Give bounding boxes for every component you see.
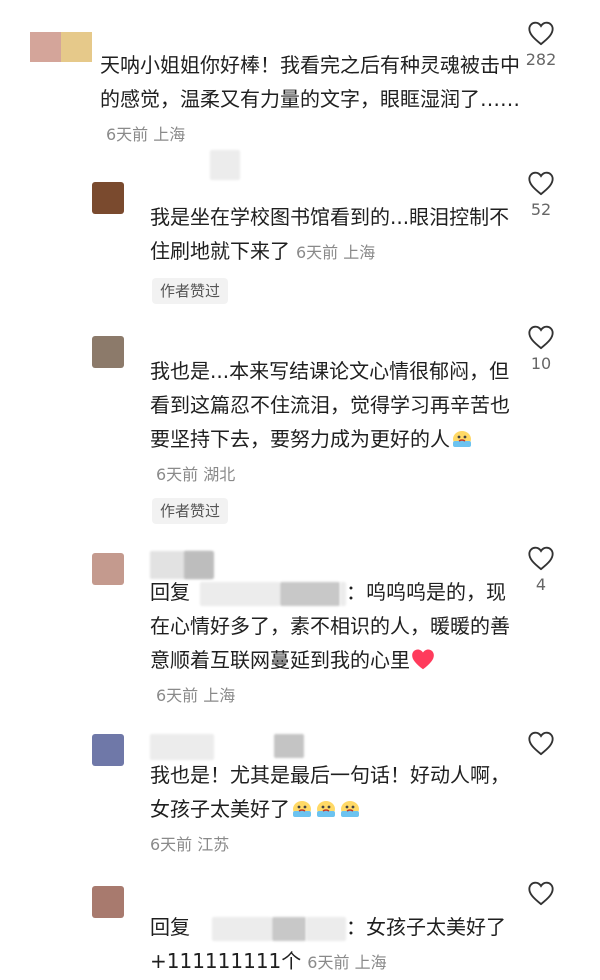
heart-outline-icon[interactable]: [527, 545, 555, 571]
comment-time: 6天前: [296, 243, 339, 262]
blurred-mention[interactable]: [212, 916, 272, 941]
author-liked-badge: 作者赞过: [152, 498, 229, 524]
blurred-mention[interactable]: [280, 581, 340, 606]
comment-time: 6天前: [307, 953, 350, 972]
blurred-mention[interactable]: [340, 581, 346, 606]
like-area[interactable]: 4: [481, 545, 600, 594]
comment-location: 上海: [203, 686, 236, 705]
avatar[interactable]: [92, 336, 124, 368]
comment-meta: 6天前 上海: [296, 243, 375, 262]
like-area[interactable]: 282: [481, 20, 600, 69]
heart-outline-icon[interactable]: [527, 730, 555, 756]
like-count: 10: [530, 354, 552, 373]
comment-text: 天呐小姐姐你好棒！我看完之后有种灵魂被击中的感觉，温柔又有力量的文字，眼眶湿润了…: [100, 53, 520, 111]
heart-outline-icon[interactable]: [527, 880, 555, 906]
comment-meta: 6天前 江苏: [150, 835, 229, 854]
blurred-region: [210, 150, 240, 180]
like-area[interactable]: [481, 730, 600, 756]
crying-face-emoji: [293, 801, 311, 817]
avatar[interactable]: [92, 734, 124, 766]
comment-time: 6天前: [156, 465, 199, 484]
avatar[interactable]: [92, 182, 124, 214]
blurred-username: [274, 734, 304, 758]
comment-body: 回复 ：呜呜呜是的，现在心情好多了，素不相识的人，暖暖的善意顺着互联网蔓延到我的心…: [150, 575, 510, 713]
comment-location: 上海: [343, 243, 376, 262]
blurred-mention[interactable]: [272, 916, 306, 941]
comment-body: 我也是...本来写结课论文心情很郁闷，但看到这篇忍不住流泪，觉得学习再辛苦也要坚…: [150, 354, 510, 492]
heart-outline-icon[interactable]: [527, 20, 555, 46]
crying-face-emoji: [453, 431, 471, 447]
like-area[interactable]: 52: [481, 170, 600, 219]
comment-body: 回复 ：女孩子太美好了 +111111111个 6天前 上海: [150, 910, 510, 980]
comment-location: 上海: [354, 953, 387, 972]
blurred-username: [150, 734, 214, 760]
heart-outline-icon[interactable]: [527, 170, 555, 196]
comment-location: 湖北: [203, 465, 236, 484]
comment-body: 天呐小姐姐你好棒！我看完之后有种灵魂被击中的感觉，温柔又有力量的文字，眼眶湿润了…: [100, 48, 520, 152]
comment-time: 6天前: [106, 125, 149, 144]
crying-face-emoji: [317, 801, 335, 817]
comment-time: 6天前: [150, 835, 193, 854]
avatar[interactable]: [30, 32, 92, 62]
blurred-mention[interactable]: [306, 916, 346, 941]
like-area[interactable]: 10: [481, 324, 600, 373]
comment-location: 江苏: [197, 835, 230, 854]
crying-face-emoji: [341, 801, 359, 817]
comment-meta: 6天前 湖北: [156, 465, 235, 484]
reply-prefix: 回复: [150, 580, 190, 604]
comment-meta: 6天前 上海: [106, 125, 185, 144]
blurred-mention[interactable]: [200, 581, 280, 606]
like-count: 52: [530, 200, 552, 219]
red-heart-emoji: [412, 649, 434, 670]
comment-location: 上海: [153, 125, 186, 144]
like-count: 282: [525, 50, 557, 69]
avatar[interactable]: [92, 886, 124, 918]
like-count: 4: [535, 575, 547, 594]
comment-meta: 6天前 上海: [156, 686, 235, 705]
like-area[interactable]: [481, 880, 600, 906]
comment-time: 6天前: [156, 686, 199, 705]
heart-outline-icon[interactable]: [527, 324, 555, 350]
avatar[interactable]: [92, 553, 124, 585]
author-liked-badge: 作者赞过: [152, 278, 229, 304]
reply-prefix: 回复: [150, 915, 190, 939]
comment-body: 我也是！尤其是最后一句话！好动人啊，女孩子太美好了 6天前 江苏: [150, 758, 510, 862]
comment-body: 我是坐在学校图书馆看到的...眼泪控制不住刷地就下来了 6天前 上海: [150, 200, 510, 270]
comment-meta: 6天前 上海: [307, 953, 386, 972]
